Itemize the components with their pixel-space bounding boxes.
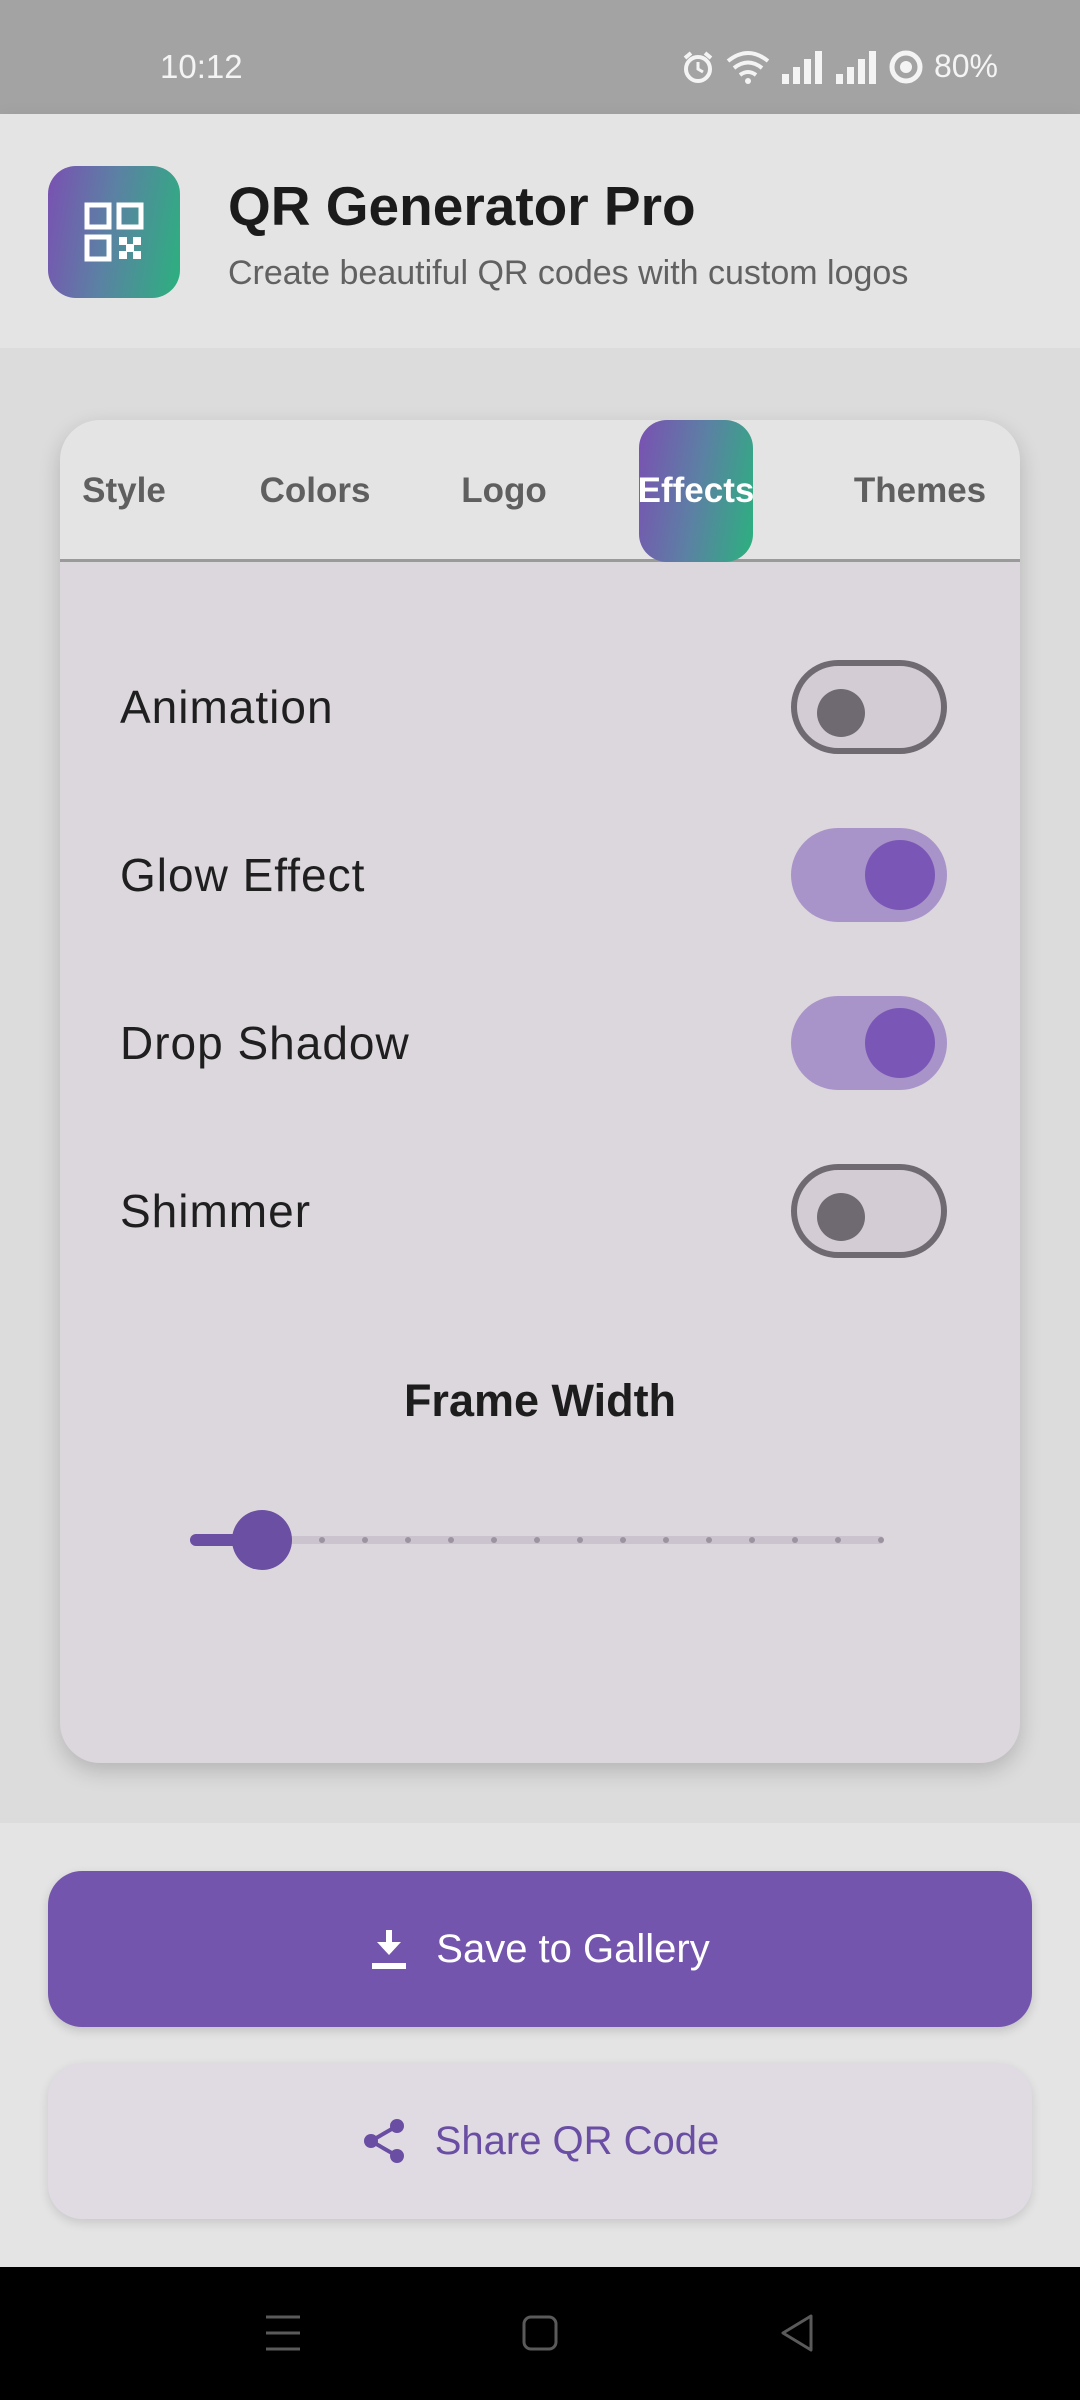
slider-tick xyxy=(620,1537,626,1543)
qr-code-icon xyxy=(48,166,180,298)
alarm-icon xyxy=(683,50,713,83)
tab-bar: Style Colors Logo Effects Themes xyxy=(60,420,1020,562)
slider-tick xyxy=(878,1537,884,1543)
signal-icon xyxy=(781,50,822,84)
shimmer-label: Shimmer xyxy=(120,1185,312,1237)
animation-label: Animation xyxy=(120,681,334,733)
slider-tick xyxy=(749,1537,755,1543)
slider-tick xyxy=(534,1537,540,1543)
share-icon xyxy=(363,2119,404,2163)
slider-tick xyxy=(491,1537,497,1543)
frame-width-slider[interactable] xyxy=(190,1510,890,1570)
back-icon[interactable] xyxy=(778,2311,816,2355)
save-to-gallery-button[interactable]: Save to Gallery xyxy=(48,1871,1032,2027)
slider-thumb[interactable] xyxy=(232,1510,292,1570)
frame-width-title: Frame Width xyxy=(403,1375,677,1426)
share-button-label: Share QR Code xyxy=(434,2118,720,2163)
tab-effects[interactable]: Effects xyxy=(638,420,754,562)
slider-tick xyxy=(405,1537,411,1543)
battery-saver-icon xyxy=(889,50,923,83)
slider-tick xyxy=(792,1537,798,1543)
share-qr-button[interactable]: Share QR Code xyxy=(48,2063,1032,2219)
save-button-label: Save to Gallery xyxy=(436,1926,710,1971)
animation-toggle[interactable] xyxy=(791,660,947,754)
battery-level: 80% xyxy=(933,48,998,84)
slider-tick xyxy=(835,1537,841,1543)
wifi-icon xyxy=(726,50,770,84)
app-title: QR Generator Pro xyxy=(228,175,696,237)
shimmer-toggle[interactable] xyxy=(791,1164,947,1258)
app-subtitle: Create beautiful QR codes with custom lo… xyxy=(228,254,909,292)
home-icon[interactable] xyxy=(521,2311,559,2355)
slider-tick xyxy=(706,1537,712,1543)
glow-effect-label: Glow Effect xyxy=(120,849,366,901)
tab-style[interactable]: Style xyxy=(60,420,188,562)
tab-colors[interactable]: Colors xyxy=(245,420,385,562)
slider-tick xyxy=(319,1537,325,1543)
signal-icon xyxy=(835,50,876,84)
slider-tick xyxy=(448,1537,454,1543)
status-time: 10:12 xyxy=(160,48,243,85)
glow-effect-toggle[interactable] xyxy=(791,828,947,922)
slider-tick xyxy=(362,1537,368,1543)
toggle-knob xyxy=(817,689,865,737)
action-panel: Save to Gallery Share QR Code xyxy=(0,1823,1080,2267)
tab-themes[interactable]: Themes xyxy=(835,420,1005,562)
app-header: QR Generator Pro Create beautiful QR cod… xyxy=(0,114,1080,348)
toggle-knob xyxy=(865,840,935,910)
toggle-knob xyxy=(817,1193,865,1241)
drop-shadow-toggle[interactable] xyxy=(791,996,947,1090)
menu-icon[interactable] xyxy=(264,2311,302,2355)
status-bar: 10:12 80% xyxy=(0,0,1080,114)
download-icon xyxy=(372,1930,407,1969)
system-nav-bar xyxy=(0,2267,1080,2400)
slider-tick xyxy=(577,1537,583,1543)
toggle-knob xyxy=(865,1008,935,1078)
status-icons: 80% xyxy=(680,48,998,85)
tab-logo[interactable]: Logo xyxy=(444,420,564,562)
slider-tick xyxy=(663,1537,669,1543)
effects-card: Style Colors Logo Effects Themes Animati… xyxy=(60,420,1020,1763)
drop-shadow-label: Drop Shadow xyxy=(120,1017,410,1069)
